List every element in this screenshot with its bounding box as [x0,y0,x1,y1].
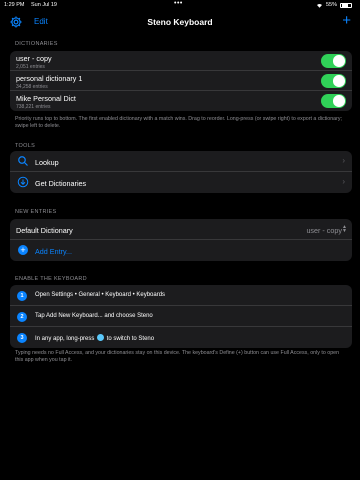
add-entry-row[interactable]: + Add Entry... [10,240,352,261]
download-icon [17,176,29,188]
enable-keyboard-steps: 1 Open Settings • General • Keyboard • K… [10,285,352,348]
new-entries-header: NEW ENTRIES [15,209,57,215]
step-number-badge: 1 [17,290,27,301]
default-dictionary-label: Default Dictionary [16,225,73,235]
dictionaries-header: DICTIONARIES [15,41,58,47]
dictionary-entry-count: 2,051 entries [16,63,45,70]
step-number-badge: 2 [17,311,27,322]
dictionary-name: Mike Personal Dict [16,94,76,103]
tool-row-lookup[interactable]: Lookup › [10,151,352,172]
enable-keyboard-header: ENABLE THE KEYBOARD [15,276,87,282]
add-dictionary-button[interactable]: + [342,13,351,28]
step-text: Tap Add New Keyboard... and choose Steno [35,313,153,319]
globe-icon [97,334,105,341]
navigation-bar: Edit Steno Keyboard + [0,12,360,32]
battery-icon [340,2,352,8]
page-title: Steno Keyboard [147,17,213,27]
tool-label: Get Dictionaries [35,178,87,188]
tool-row-get-dictionaries[interactable]: Get Dictionaries › [10,172,352,193]
enable-keyboard-footnote: Typing needs no Full Access, and your di… [15,350,340,364]
search-icon [18,156,28,166]
battery-percent: 55% [325,2,337,8]
status-time: 1:29 PM [4,2,25,8]
chevron-right-icon: › [342,156,345,165]
plus-circle-icon: + [18,244,28,255]
dictionary-name: user - copy [16,54,52,63]
dictionary-entry-count: 34,258 entries [16,83,48,90]
status-bar: 1:29 PM Sun Jul 19 ••• 55% [0,0,360,10]
step-text-before: In any app, long-press [35,336,95,342]
dictionary-row[interactable]: user - copy 2,051 entries [10,51,352,71]
dictionary-entry-count: 738,221 entries [16,103,51,110]
dictionary-enabled-toggle[interactable] [321,74,346,88]
dictionary-row[interactable]: personal dictionary 1 34,258 entries [10,71,352,91]
dictionary-enabled-toggle[interactable] [321,94,346,108]
dictionaries-footnote: Priority runs top to bottom. The first e… [15,116,342,130]
dictionary-enabled-toggle[interactable] [321,54,346,68]
step-row: 2 Tap Add New Keyboard... and choose Ste… [10,306,352,327]
chevron-up-down-icon: ▲ ▼ [342,224,347,234]
status-date: Sun Jul 19 [31,2,57,8]
step-text-after: to switch to Steno [106,336,155,342]
tool-label: Lookup [35,157,59,167]
dictionaries-list: user - copy 2,051 entries personal dicti… [10,51,352,111]
chevron-right-icon: › [342,177,345,186]
multitasking-dots[interactable]: ••• [174,0,183,7]
dictionary-row[interactable]: Mike Personal Dict 738,221 entries [10,91,352,111]
dictionary-name: personal dictionary 1 [16,74,83,83]
step-text: In any app, long-press to switch to Sten… [35,334,154,342]
step-row: 1 Open Settings • General • Keyboard • K… [10,285,352,306]
default-dictionary-row[interactable]: Default Dictionary user - copy ▲ ▼ [10,219,352,240]
new-entries-list: Default Dictionary user - copy ▲ ▼ + Add … [10,219,352,261]
tools-list: Lookup › Get Dictionaries › [10,151,352,193]
add-entry-button[interactable]: Add Entry... [35,247,72,256]
tools-header: TOOLS [15,143,36,149]
default-dictionary-picker[interactable]: user - copy [306,226,342,235]
step-row: 3 In any app, long-press to switch to St… [10,327,352,348]
step-number-badge: 3 [17,332,27,343]
step-text: Open Settings • General • Keyboard • Key… [35,292,166,298]
wifi-icon [316,3,322,8]
